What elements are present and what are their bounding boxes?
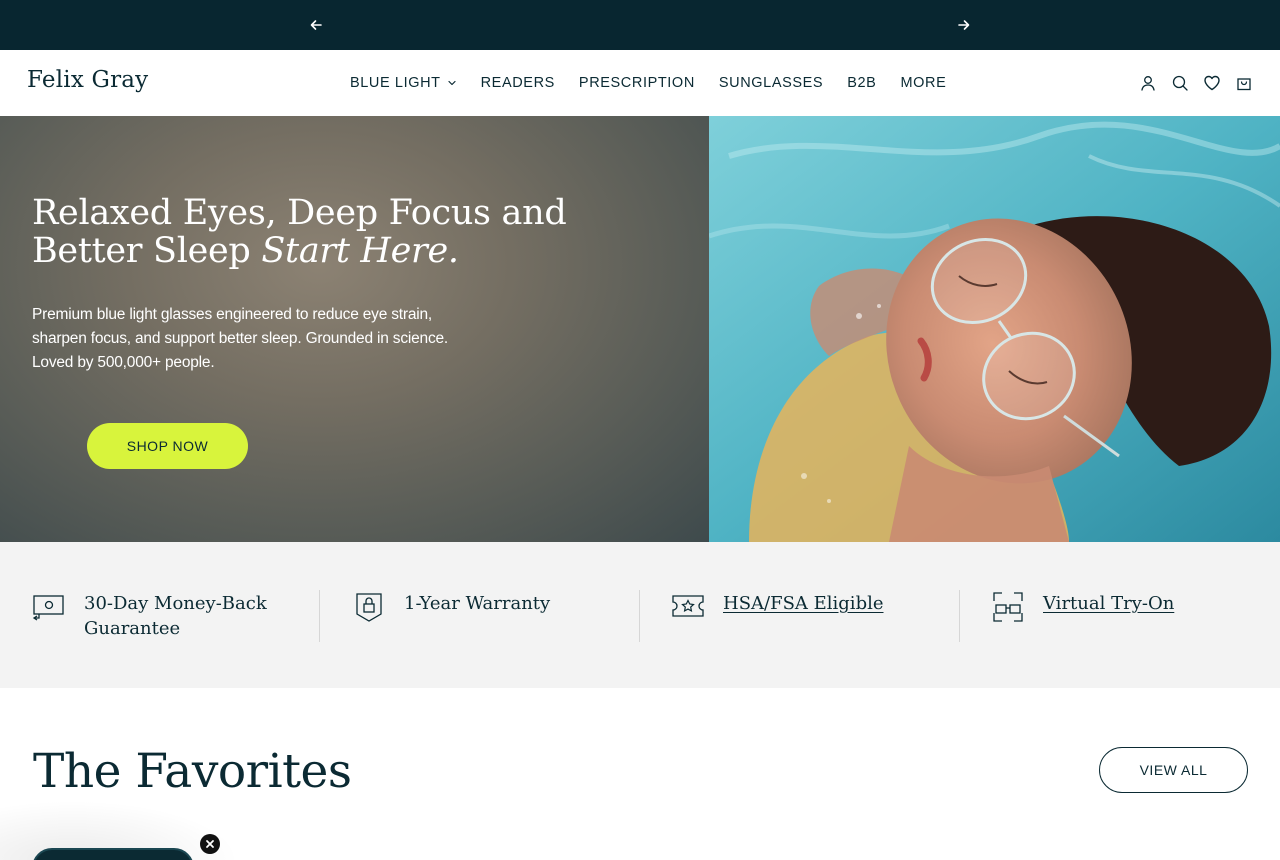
benefit-label: 1-Year Warranty — [404, 593, 551, 614]
nav-item-readers[interactable]: READERS — [481, 75, 555, 91]
hero-photo-illustration — [709, 116, 1280, 542]
nav-item-b2b[interactable]: B2B — [847, 75, 876, 91]
floating-promo-button[interactable] — [32, 848, 194, 860]
hero-banner: Relaxed Eyes, Deep Focus and Better Slee… — [0, 116, 1280, 542]
announcement-next-button[interactable] — [954, 15, 974, 35]
nav-item-blue-light[interactable]: BLUE LIGHT — [350, 75, 457, 91]
hsa-ticket-star-icon — [671, 590, 705, 624]
view-all-button[interactable]: VIEW ALL — [1099, 747, 1248, 793]
benefit-hsa-fsa[interactable]: HSA/FSA Eligible — [671, 590, 884, 645]
hero-title-emphasis: Start Here. — [261, 231, 459, 271]
nav-item-prescription[interactable]: PRESCRIPTION — [579, 75, 695, 91]
benefit-divider — [959, 590, 960, 642]
benefit-link[interactable]: HSA/FSA Eligible — [723, 590, 884, 645]
benefits-strip: 30-Day Money-Back Guarantee 1-Year Warra… — [0, 542, 1280, 688]
arrow-left-icon — [310, 20, 322, 30]
header-icons — [1139, 50, 1253, 116]
nav-item-sunglasses[interactable]: SUNGLASSES — [719, 75, 823, 91]
nav-item-label: BLUE LIGHT — [350, 75, 441, 91]
arrow-right-icon — [958, 20, 970, 30]
chevron-down-icon — [447, 78, 457, 88]
benefit-money-back: 30-Day Money-Back Guarantee — [32, 590, 284, 645]
site-header: Felix Gray BLUE LIGHT READERS PRESCRIPTI… — [0, 50, 1280, 116]
section-title: The Favorites — [33, 744, 352, 799]
benefit-link[interactable]: Virtual Try-On — [1043, 590, 1174, 645]
main-nav: BLUE LIGHT READERS PRESCRIPTION SUNGLASS… — [350, 50, 970, 116]
money-back-icon — [32, 590, 66, 624]
close-icon[interactable] — [200, 834, 220, 854]
shop-now-button[interactable]: SHOP NOW — [87, 423, 248, 469]
hero-text-panel: Relaxed Eyes, Deep Focus and Better Slee… — [0, 116, 709, 542]
benefit-divider — [319, 590, 320, 642]
shield-lock-icon — [352, 590, 386, 624]
benefit-divider — [639, 590, 640, 642]
logo[interactable]: Felix Gray — [27, 67, 148, 93]
announcement-prev-button[interactable] — [306, 15, 326, 35]
search-icon[interactable] — [1171, 74, 1189, 92]
nav-item-more[interactable]: MORE — [900, 75, 946, 91]
hero-title: Relaxed Eyes, Deep Focus and Better Slee… — [32, 194, 592, 270]
cart-bag-icon[interactable] — [1235, 74, 1253, 92]
virtual-try-on-icon — [991, 590, 1025, 624]
hero-image — [709, 116, 1280, 542]
wishlist-heart-icon[interactable] — [1203, 74, 1221, 92]
benefit-virtual-try-on[interactable]: Virtual Try-On — [991, 590, 1174, 645]
benefit-warranty: 1-Year Warranty — [352, 590, 550, 645]
hero-subtitle: Premium blue light glasses engineered to… — [32, 306, 449, 371]
benefit-label: 30-Day Money-Back Guarantee — [84, 593, 267, 639]
account-icon[interactable] — [1139, 74, 1157, 92]
announcement-bar — [0, 0, 1280, 50]
